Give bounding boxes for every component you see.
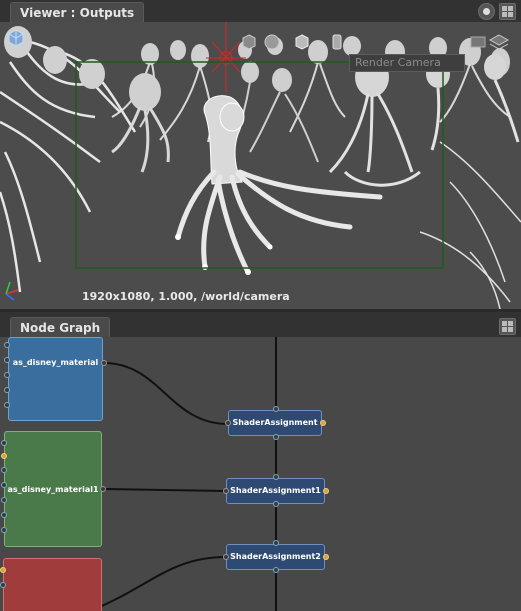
tab-node-graph[interactable]: Node Graph [10, 317, 111, 337]
material-node-label: as_disney_material1 [7, 485, 99, 494]
folder-icon[interactable] [470, 34, 486, 52]
node-output-port[interactable] [323, 554, 329, 560]
axis-gizmo-icon [5, 281, 19, 301]
target-icon[interactable] [478, 3, 495, 20]
grid-layout-icon[interactable] [499, 3, 516, 20]
material-output-port[interactable] [100, 486, 106, 492]
node-top-port[interactable] [273, 406, 279, 412]
material-node[interactable]: as_disney_material1 [4, 431, 102, 547]
material-node-label: as_disney_material [12, 358, 99, 367]
node-graph-canvas[interactable]: as_disney_material as_disney_material1 S… [0, 337, 521, 611]
grid-layout-icon[interactable] [499, 318, 516, 335]
tab-viewer-outputs[interactable]: Viewer : Outputs [10, 2, 145, 22]
material-node[interactable]: as_disney_material [8, 337, 103, 421]
light-cube-icon[interactable] [293, 33, 311, 51]
camera-icon[interactable] [7, 29, 25, 47]
3d-viewport[interactable]: Render Camera 1920x1080, 1.000, /world/c… [0, 22, 521, 309]
display-icon[interactable] [330, 33, 344, 51]
material-output-port[interactable] [101, 360, 107, 366]
node-input-port[interactable] [223, 554, 229, 560]
node-graph-panel: Node Graph as_disney_material as_disney_… [0, 312, 521, 611]
node-output-port[interactable] [323, 488, 329, 494]
viewer-panel: Viewer : Outputs Render Camera 1920x1080… [0, 0, 521, 309]
node-output-port[interactable] [320, 420, 326, 426]
node-bottom-port[interactable] [273, 567, 279, 573]
sphere-icon[interactable] [263, 33, 281, 51]
resolution-label: 1920x1080, 1.000, /world/camera [82, 290, 290, 303]
node-top-port[interactable] [273, 474, 279, 480]
node-bottom-port[interactable] [273, 501, 279, 507]
node-top-port[interactable] [273, 540, 279, 546]
node-graph-tab-bar: Node Graph [0, 312, 521, 338]
node-input-port[interactable] [225, 420, 231, 426]
shader-assignment-node[interactable]: ShaderAssignment [228, 410, 322, 436]
cube-icon[interactable] [240, 33, 258, 51]
node-input-port[interactable] [223, 488, 229, 494]
material-node[interactable] [3, 558, 102, 611]
render-camera-field[interactable]: Render Camera [349, 54, 465, 72]
viewer-tab-bar: Viewer : Outputs [0, 0, 521, 23]
node-bottom-port[interactable] [273, 434, 279, 440]
display-icon[interactable] [489, 33, 509, 51]
